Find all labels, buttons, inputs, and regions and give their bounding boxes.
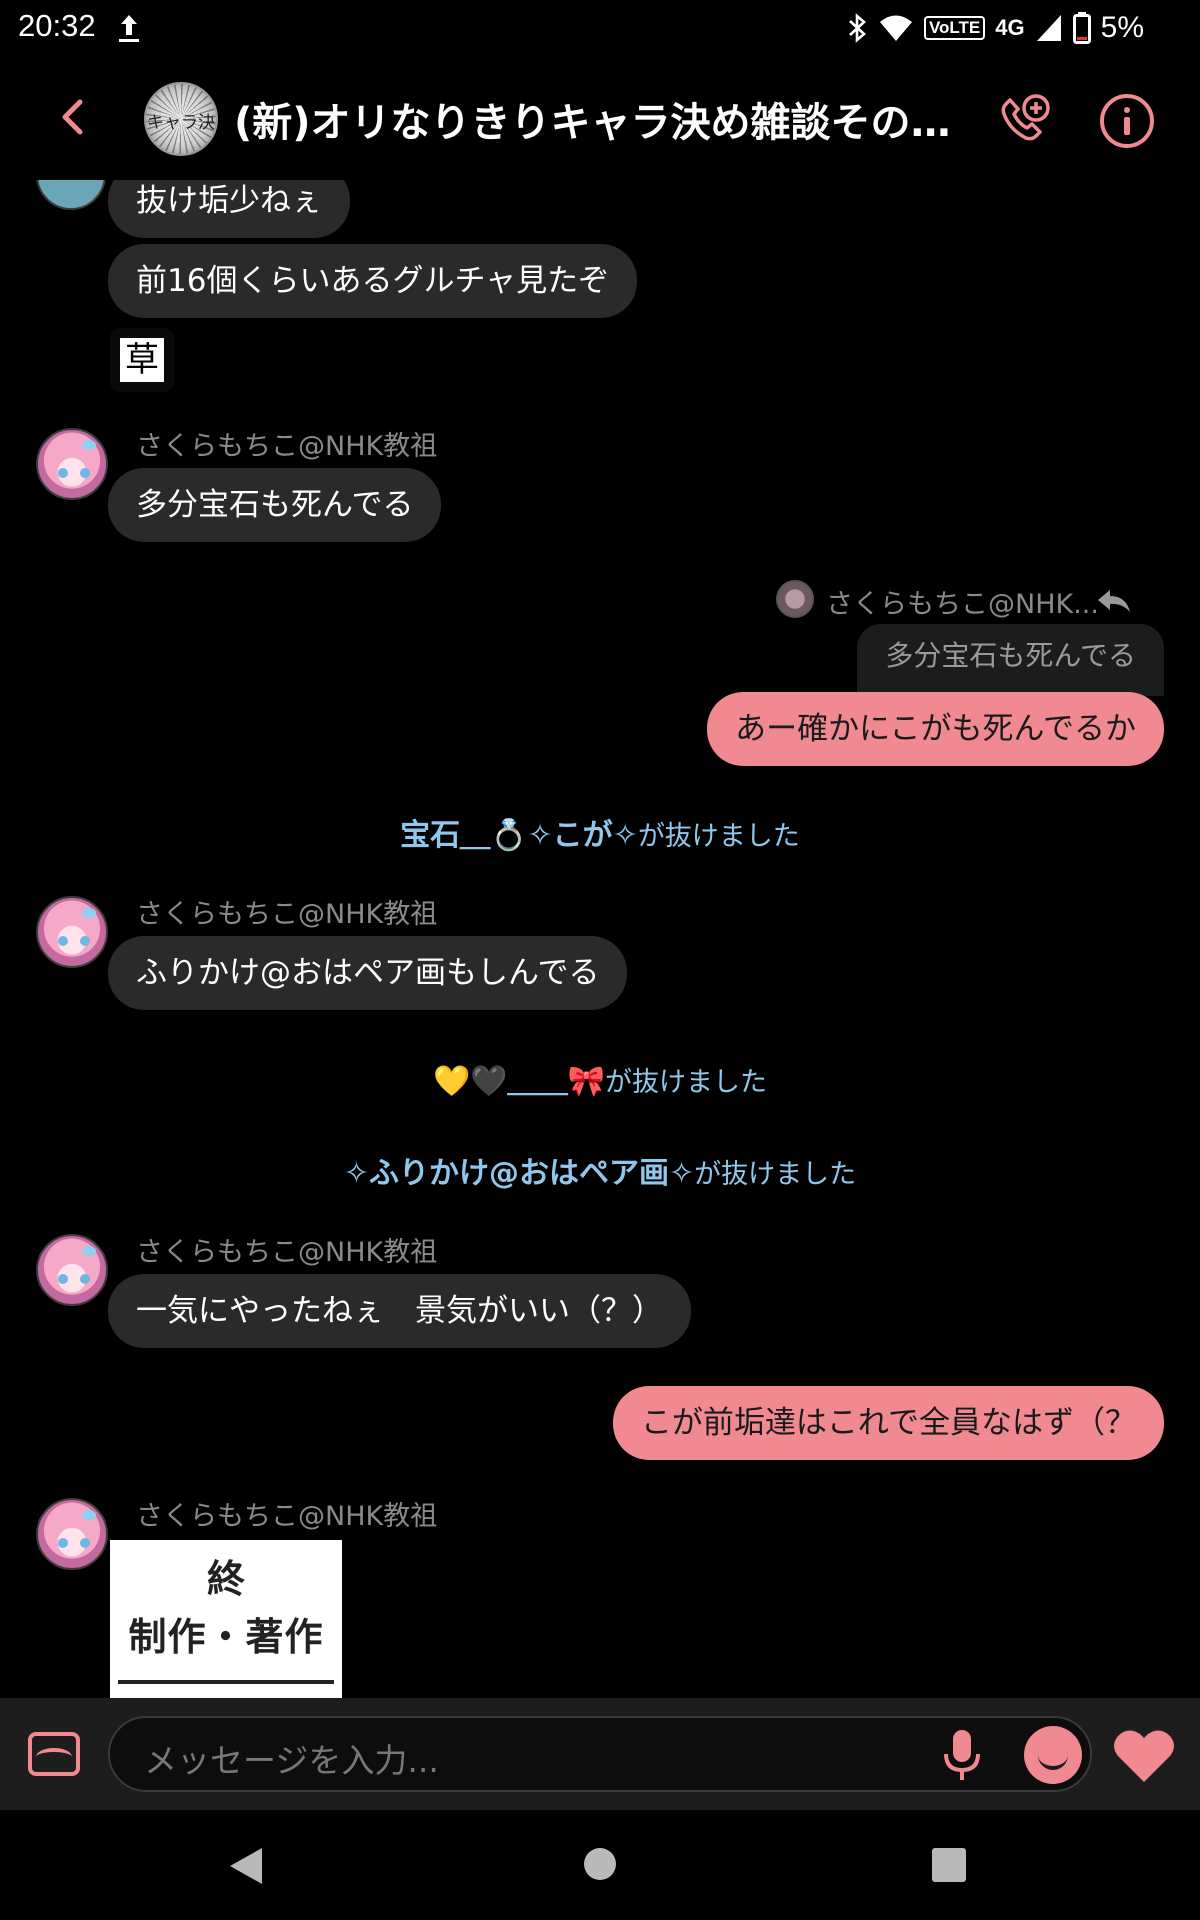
message-bubble[interactable]: 前16個くらいあるグルチャ見たぞ bbox=[108, 244, 638, 318]
chat-header: キャラ決 (新)オリなりきりキャラ決め雑談その他... bbox=[0, 56, 1200, 180]
microphone-icon[interactable] bbox=[940, 1728, 984, 1784]
message-composer: メッセージを入力... bbox=[0, 1698, 1200, 1810]
sender-name: さくらもちこ@NHK教祖 bbox=[136, 1501, 438, 1532]
add-call-icon[interactable] bbox=[996, 92, 1052, 148]
battery-icon bbox=[1072, 12, 1091, 44]
emoji-icon[interactable] bbox=[1024, 1726, 1082, 1784]
message-bubble[interactable]: 一気にやったねぇ 景気がいい（？） bbox=[108, 1274, 691, 1348]
wifi-icon bbox=[879, 15, 912, 41]
image-text-line1: 終 bbox=[206, 1557, 245, 1601]
volte-badge: VoLTE bbox=[923, 16, 986, 40]
system-message: ✧ふりかけ@おはペア画✧が抜けました bbox=[0, 1148, 1200, 1192]
image-message[interactable]: 終 制作・著作 bbox=[110, 1540, 342, 1698]
group-avatar[interactable]: キャラ決 bbox=[144, 82, 218, 156]
back-arrow-icon[interactable] bbox=[48, 92, 98, 142]
message-bubble[interactable]: ふりかけ@おはペア画もしんでる bbox=[108, 936, 628, 1010]
system-user-name: 宝石＿💍✧こが✧ bbox=[400, 818, 638, 853]
system-text: が抜けました bbox=[605, 1067, 768, 1098]
reply-icon bbox=[1098, 590, 1130, 612]
message-input-placeholder: メッセージを入力... bbox=[144, 1741, 439, 1780]
avatar[interactable] bbox=[36, 428, 108, 500]
reply-avatar bbox=[776, 580, 814, 618]
group-title[interactable]: (新)オリなりきりキャラ決め雑談その他... bbox=[234, 90, 964, 148]
stamp-message[interactable]: 草 bbox=[110, 328, 174, 392]
avatar[interactable] bbox=[36, 1234, 108, 1306]
group-avatar-text: キャラ決 bbox=[147, 113, 215, 133]
system-nav-bar bbox=[0, 1810, 1200, 1920]
bluetooth-icon bbox=[849, 13, 866, 43]
system-text: が抜けました bbox=[637, 821, 800, 852]
reply-to-name: さくらもちこ@NHK... bbox=[826, 589, 1099, 620]
stamp-text: 草 bbox=[120, 338, 164, 382]
image-text-line2: 制作・著作 bbox=[128, 1615, 324, 1659]
heart-icon[interactable] bbox=[1112, 1728, 1176, 1784]
system-text: が抜けました bbox=[694, 1159, 857, 1190]
nav-back-icon[interactable] bbox=[228, 1846, 264, 1886]
status-icons: VoLTE 4G 5% bbox=[846, 8, 1144, 48]
battery-percent: 5% bbox=[1100, 11, 1144, 44]
avatar[interactable] bbox=[36, 180, 106, 210]
nav-recents-icon[interactable] bbox=[932, 1848, 966, 1882]
image-underline bbox=[118, 1680, 334, 1684]
message-bubble[interactable]: 多分宝石も死んでる bbox=[108, 468, 442, 542]
avatar[interactable] bbox=[36, 1498, 108, 1570]
system-user-name: ✧ふりかけ@おはペア画✧ bbox=[343, 1156, 695, 1191]
sender-name: さくらもちこ@NHK教祖 bbox=[136, 899, 438, 930]
reply-quote[interactable]: 多分宝石も死んでる bbox=[857, 624, 1164, 696]
system-message: 宝石＿💍✧こが✧が抜けました bbox=[0, 810, 1200, 854]
upload-icon bbox=[119, 15, 139, 42]
message-bubble[interactable]: 抜け垢少ねぇ bbox=[108, 180, 350, 238]
my-message-bubble[interactable]: あー確かにこがも死んでるか bbox=[707, 692, 1164, 766]
chat-messages[interactable]: 抜け垢少ねぇ 前16個くらいあるグルチャ見たぞ 草 さくらもちこ@NHK教祖 多… bbox=[0, 180, 1200, 1698]
info-icon[interactable] bbox=[1100, 94, 1154, 148]
sender-name: さくらもちこ@NHK教祖 bbox=[136, 1237, 438, 1268]
system-user-name: 💛🖤＿＿🎀 bbox=[432, 1064, 606, 1099]
gallery-icon[interactable] bbox=[28, 1732, 80, 1776]
status-time: 20:32 bbox=[18, 8, 96, 43]
avatar[interactable] bbox=[36, 896, 108, 968]
status-bar: 20:32 VoLTE 4G 5% bbox=[0, 0, 1200, 56]
my-message-bubble[interactable]: こが前垢達はこれで全員なはず（？ bbox=[612, 1386, 1164, 1460]
signal-icon bbox=[1036, 15, 1061, 41]
nav-home-icon[interactable] bbox=[584, 1848, 616, 1880]
system-message: 💛🖤＿＿🎀が抜けました bbox=[0, 1056, 1200, 1100]
sender-name: さくらもちこ@NHK教祖 bbox=[136, 431, 438, 462]
network-type: 4G bbox=[995, 15, 1025, 40]
